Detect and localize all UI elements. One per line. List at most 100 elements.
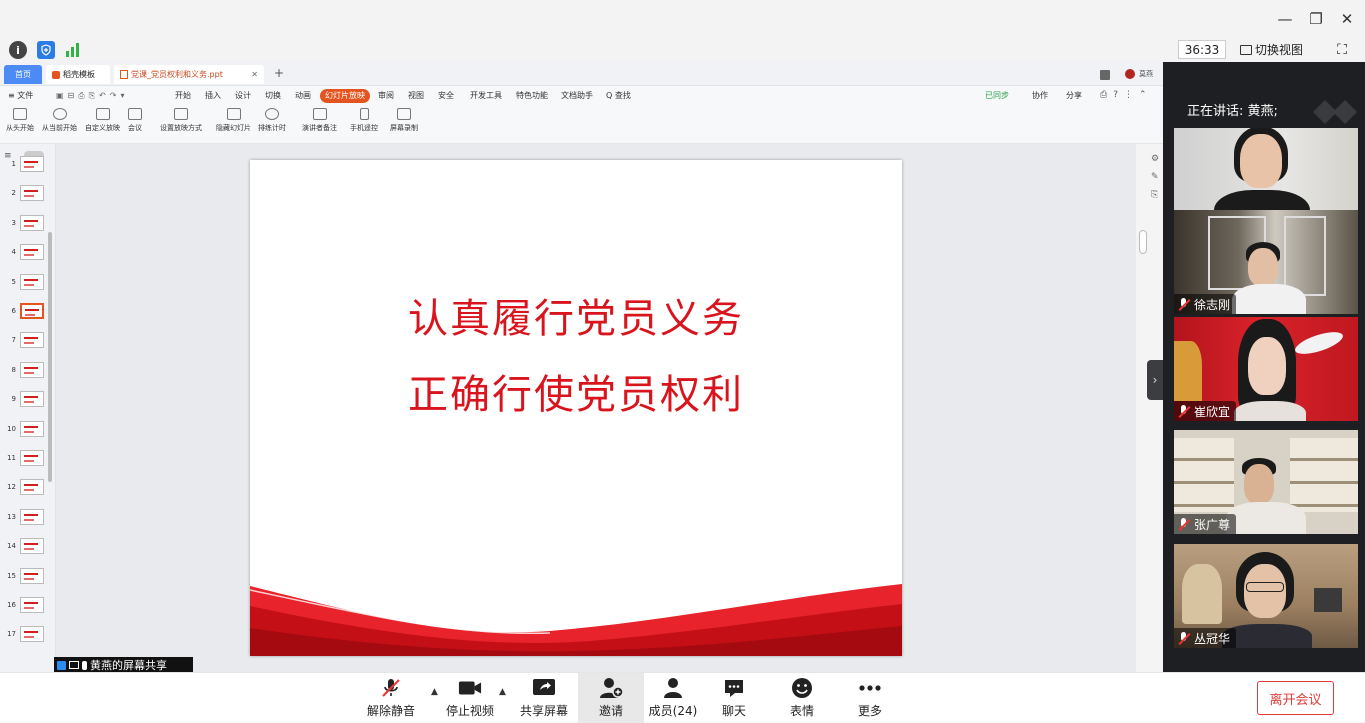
menu-transition[interactable]: 切换	[265, 89, 281, 103]
quick-access-icons[interactable]: ▣⊟⎙⎘↶↷▾	[56, 91, 128, 101]
slide-thumbnail[interactable]	[20, 597, 44, 613]
side-tool-icons[interactable]: ⚙ ✎ ⎘	[1151, 150, 1159, 204]
leave-meeting-button[interactable]: 离开会议	[1257, 681, 1334, 715]
ribbon-screen-record[interactable]: 屏幕录制	[390, 108, 418, 133]
ribbon-phone-remote[interactable]: 手机遥控	[350, 108, 378, 133]
menu-developer[interactable]: 开发工具	[470, 89, 502, 103]
menu-features[interactable]: 特色功能	[516, 89, 548, 103]
emoji-button[interactable]: 表情	[769, 677, 835, 719]
screen-share-label: 黄燕的屏幕共享	[54, 657, 193, 673]
slide-thumbnail[interactable]	[20, 214, 44, 231]
slide-thumbnail[interactable]	[20, 391, 44, 408]
participant-name-tag: 崔欣宜	[1174, 401, 1237, 421]
slide-thumbnail[interactable]	[20, 156, 44, 172]
slide-thumbnail[interactable]	[20, 332, 44, 349]
toolbar-label: 更多	[857, 704, 882, 718]
avatar[interactable]	[1125, 69, 1135, 79]
ribbon-label: 自定义放映	[85, 124, 120, 132]
video-tile[interactable]: 张广尊	[1174, 430, 1358, 534]
canvas-scrollbar[interactable]	[1136, 144, 1150, 672]
slide-number: 10	[7, 424, 16, 433]
network-signal-icon[interactable]	[64, 42, 82, 58]
collaborate-button[interactable]: 协作	[1032, 89, 1048, 103]
chat-button[interactable]: 聊天	[701, 677, 767, 719]
ribbon-label: 设置放映方式	[160, 124, 202, 132]
menu-security[interactable]: 安全	[438, 89, 454, 103]
record-icon	[397, 108, 411, 120]
menu-search[interactable]: Q 查找	[606, 89, 631, 103]
ribbon-from-start[interactable]: 从头开始	[6, 108, 34, 133]
slide-thumbnail[interactable]	[20, 244, 44, 261]
title-bar: — ❐ ✕	[0, 0, 1365, 38]
menu-insert[interactable]: 插入	[205, 89, 221, 103]
slide-canvas: 认真履行党员义务 正确行使党员权利	[56, 144, 1136, 672]
menu-doc-assistant[interactable]: 文档助手	[561, 89, 593, 103]
tab-ppt-document[interactable]: 党课_党员权利和义务.ppt ✕	[114, 65, 264, 84]
user-icon	[57, 660, 66, 670]
menu-design[interactable]: 设计	[235, 89, 251, 103]
ribbon-speaker-notes[interactable]: 演讲者备注	[302, 108, 337, 133]
ribbon-custom-show[interactable]: 自定义放映	[85, 108, 120, 133]
slide-thumbnail[interactable]	[20, 508, 44, 525]
ribbon-setup-show[interactable]: 设置放映方式	[160, 108, 202, 133]
slide-thumbnail[interactable]	[20, 450, 44, 466]
video-tile[interactable]: 崔欣宜	[1174, 317, 1358, 421]
menu-slideshow[interactable]: 幻灯片放映	[320, 89, 370, 103]
close-tab-icon[interactable]: ✕	[251, 70, 258, 79]
timer-icon	[265, 108, 279, 120]
close-button[interactable]: ✕	[1334, 6, 1360, 32]
menu-file[interactable]: ≡ 文件	[8, 89, 33, 103]
share-label-text: 黄燕的屏幕共享	[90, 659, 167, 672]
share-screen-button[interactable]: 共享屏幕	[511, 677, 577, 719]
window-count-icon[interactable]	[1100, 70, 1110, 80]
video-options-caret-icon[interactable]: ▲	[499, 687, 506, 697]
video-tile[interactable]: 徐志刚	[1174, 210, 1358, 314]
ribbon-rehearse[interactable]: 排练计时	[258, 108, 286, 133]
slide-thumbnail[interactable]	[20, 303, 44, 319]
current-slide[interactable]: 认真履行党员义务 正确行使党员权利	[250, 160, 902, 656]
fullscreen-icon[interactable]: ⛶	[1332, 40, 1352, 59]
ribbon-from-current[interactable]: 从当前开始	[42, 108, 77, 133]
thumbnail-scrollbar[interactable]	[48, 232, 52, 482]
switch-view-button[interactable]: 切换视图	[1240, 40, 1318, 59]
slide-thumbnail[interactable]	[20, 185, 44, 202]
share-doc-button[interactable]: 分享	[1066, 89, 1082, 103]
menu-home[interactable]: 开始	[175, 89, 191, 103]
ribbon-label: 排练计时	[258, 124, 286, 132]
slide-thumbnail[interactable]	[20, 420, 44, 437]
mic-icon	[82, 660, 87, 670]
video-camera-icon	[458, 677, 482, 699]
info-icon[interactable]: i	[9, 41, 27, 59]
slide-thumbnail[interactable]	[20, 361, 44, 378]
restore-button[interactable]: ❐	[1303, 6, 1329, 32]
minimize-button[interactable]: —	[1272, 6, 1298, 32]
collapse-panel-button[interactable]: ›	[1147, 360, 1163, 400]
slide-thumbnail[interactable]	[20, 273, 44, 290]
wps-menu-bar: ≡ 文件 ▣⊟⎙⎘↶↷▾ 开始 插入 设计 切换 动画 幻灯片放映 审阅 视图 …	[0, 86, 1163, 106]
ribbon-hide-slide[interactable]: 隐藏幻灯片	[216, 108, 251, 133]
grid-view-icon	[1240, 44, 1252, 55]
meeting-icon	[128, 108, 142, 120]
slide-thumbnail[interactable]	[20, 567, 44, 584]
new-tab-button[interactable]: +	[274, 66, 284, 80]
invite-button[interactable]: 邀请	[578, 673, 644, 723]
menu-animation[interactable]: 动画	[295, 89, 311, 103]
screen-icon	[13, 108, 27, 120]
video-tile[interactable]: 丛冠华	[1174, 544, 1358, 648]
menu-review[interactable]: 审阅	[378, 89, 394, 103]
tab-home[interactable]: 首页	[4, 65, 42, 84]
menu-view[interactable]: 视图	[408, 89, 424, 103]
canvas-scroll-thumb[interactable]	[1139, 230, 1147, 254]
members-button[interactable]: 成员(24)	[640, 677, 706, 719]
unmute-button[interactable]: 解除静音	[358, 677, 424, 719]
security-shield-icon[interactable]	[37, 41, 55, 59]
help-icons[interactable]: ⎙?⋮⌃	[1100, 90, 1153, 100]
sync-status[interactable]: 已同步	[985, 89, 1009, 103]
ribbon-meeting[interactable]: 会议	[128, 108, 142, 133]
slide-thumbnail[interactable]	[20, 538, 44, 555]
tab-docer-templates[interactable]: 稻壳模板	[46, 65, 110, 84]
slide-thumbnail[interactable]	[20, 626, 44, 643]
more-button[interactable]: 更多	[837, 677, 903, 719]
stop-video-button[interactable]: 停止视频	[437, 677, 503, 719]
slide-thumbnail[interactable]	[20, 479, 44, 496]
